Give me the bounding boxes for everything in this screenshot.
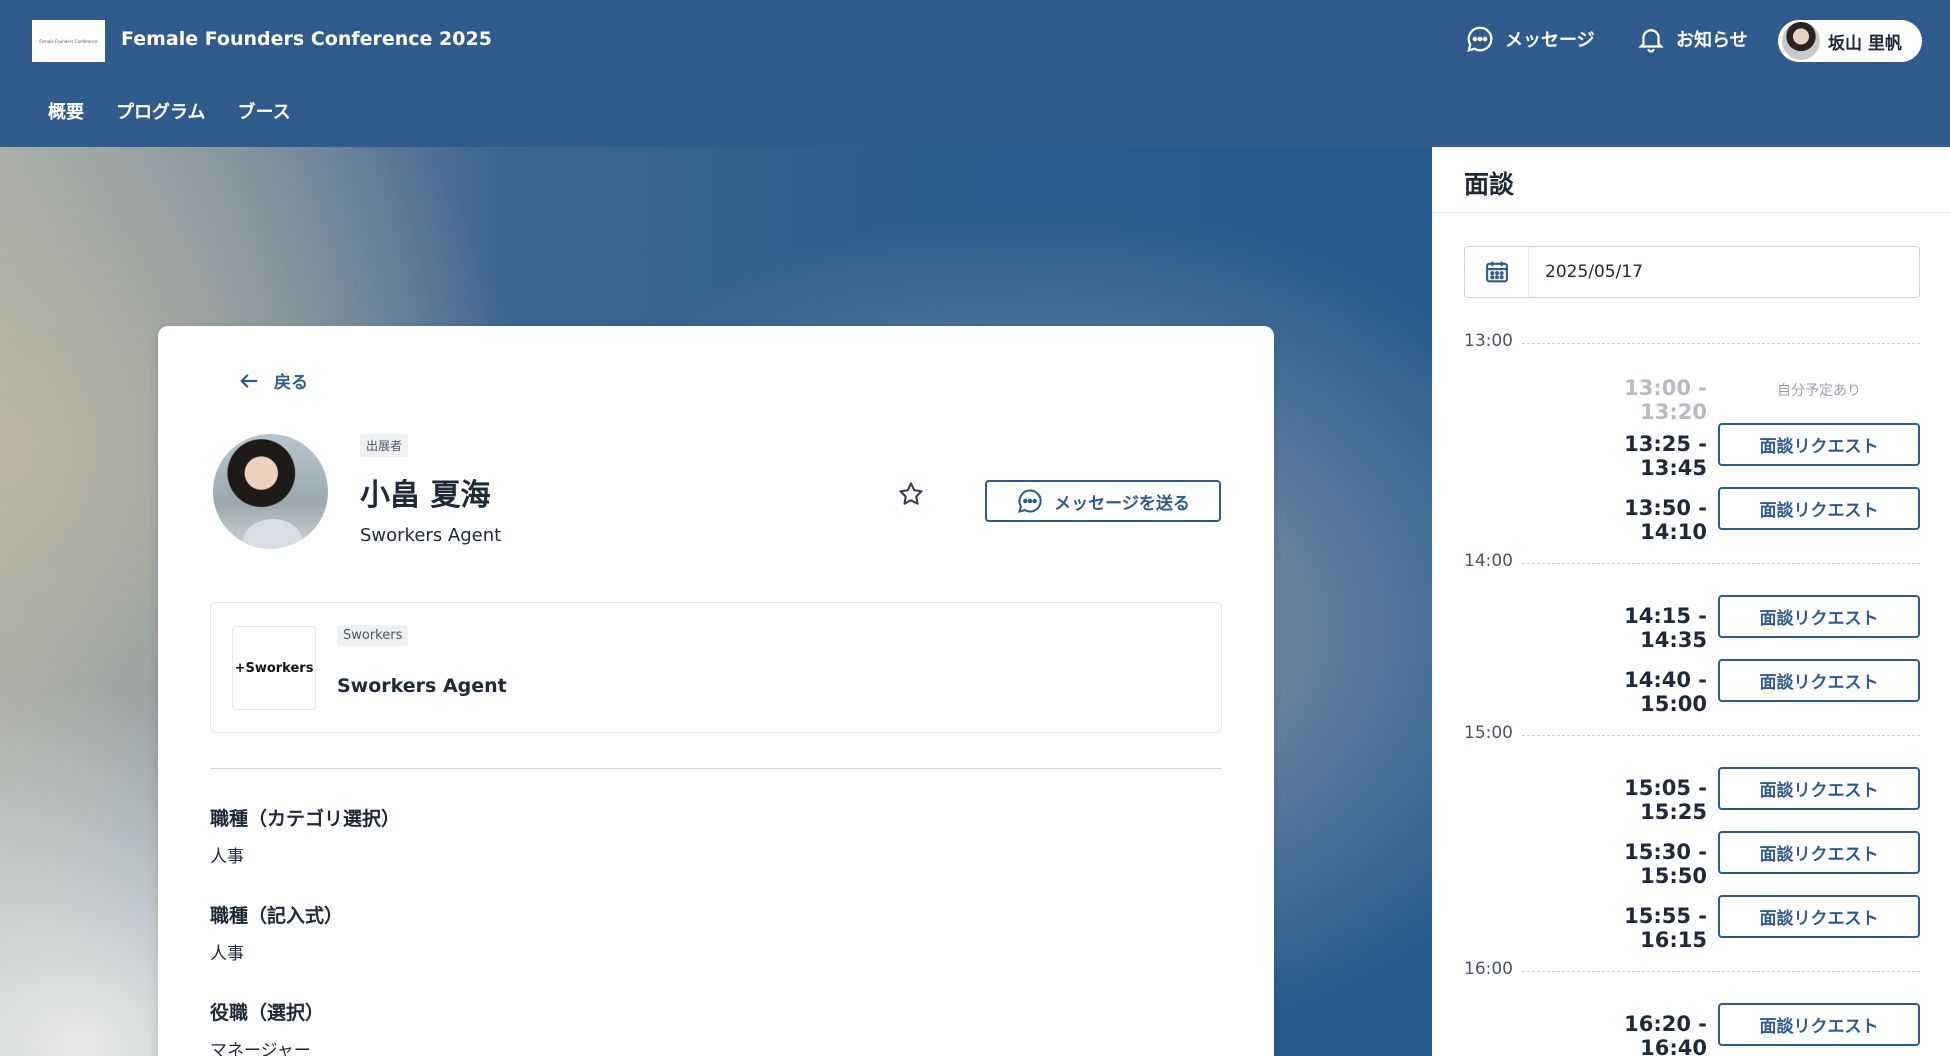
- interview-request-button[interactable]: 面談リクエスト: [1718, 423, 1920, 466]
- slot-time: 13:50 - 14:10: [1624, 496, 1707, 544]
- send-message-button[interactable]: メッセージを送る: [985, 480, 1221, 522]
- notifications-label: お知らせ: [1676, 30, 1748, 51]
- star-icon: [899, 482, 923, 505]
- slot-time: 14:40 - 15:00: [1624, 668, 1707, 716]
- hour-label: 15:00: [1464, 723, 1513, 743]
- slot-time: 15:55 - 16:15: [1624, 904, 1707, 952]
- chat-bubble-icon: [1467, 26, 1493, 52]
- back-label: 戻る: [274, 373, 308, 393]
- conference-title[interactable]: Female Founders Conference 2025: [121, 28, 492, 50]
- hour-divider: [1522, 343, 1920, 344]
- nav-program[interactable]: プログラム: [102, 98, 219, 124]
- chat-bubble-icon: [1018, 489, 1042, 513]
- user-name: 坂山 里帆: [1828, 33, 1902, 54]
- field-label: 役職（選択）: [210, 1002, 325, 1024]
- field-value: マネージャー: [210, 1041, 311, 1056]
- company-tag: Sworkers: [337, 625, 409, 646]
- profile-avatar: [213, 434, 328, 549]
- interview-request-button[interactable]: 面談リクエスト: [1718, 767, 1920, 810]
- profile-card: 戻る 出展者 小畠 夏海 Sworkers Agent メッセージを送る +Sw…: [158, 326, 1274, 1056]
- calendar-icon: [1485, 261, 1508, 283]
- logo-text: Female Founders Conference: [39, 38, 98, 44]
- calendar-icon-wrap: [1465, 247, 1529, 297]
- person-name: 小畠 夏海: [360, 478, 491, 513]
- person-company: Sworkers Agent: [360, 525, 502, 546]
- slot-time: 16:20 - 16:40: [1624, 1012, 1707, 1056]
- background-area: 戻る 出展者 小畠 夏海 Sworkers Agent メッセージを送る +Sw…: [0, 147, 1432, 1056]
- conference-logo[interactable]: Female Founders Conference: [32, 20, 105, 62]
- hour-label: 16:00: [1464, 959, 1513, 979]
- date-picker[interactable]: 2025/05/17: [1464, 246, 1920, 298]
- field-value: 人事: [210, 944, 244, 964]
- company-name: Sworkers Agent: [337, 675, 507, 697]
- send-message-label: メッセージを送る: [1054, 493, 1190, 514]
- date-value: 2025/05/17: [1545, 262, 1643, 282]
- role-badge: 出展者: [360, 434, 409, 457]
- company-card[interactable]: +Sworkers Sworkers Sworkers Agent: [210, 602, 1222, 733]
- user-avatar: [1782, 22, 1820, 60]
- nav-overview[interactable]: 概要: [34, 98, 98, 124]
- nav-booth[interactable]: ブース: [223, 98, 304, 124]
- user-menu[interactable]: 坂山 里帆: [1778, 20, 1922, 62]
- slot-time: 13:00 - 13:20: [1624, 376, 1707, 424]
- notifications-button[interactable]: お知らせ: [1636, 24, 1748, 54]
- messages-label: メッセージ: [1505, 30, 1595, 51]
- top-header: Female Founders Conference Female Founde…: [0, 0, 1950, 147]
- hour-divider: [1522, 971, 1920, 972]
- section-divider: [210, 768, 1222, 769]
- company-logo: +Sworkers: [232, 626, 316, 710]
- messages-button[interactable]: メッセージ: [1465, 24, 1595, 54]
- field-value: 人事: [210, 847, 244, 867]
- slot-time: 14:15 - 14:35: [1624, 604, 1707, 652]
- hour-divider: [1522, 563, 1920, 564]
- panel-title: 面談: [1464, 170, 1515, 199]
- field-label: 職種（記入式）: [210, 905, 344, 927]
- interview-request-button[interactable]: 面談リクエスト: [1718, 487, 1920, 530]
- hour-label: 14:00: [1464, 551, 1513, 571]
- interview-request-button[interactable]: 面談リクエスト: [1718, 659, 1920, 702]
- interview-request-button[interactable]: 面談リクエスト: [1718, 1003, 1920, 1046]
- main-nav: 概要 プログラム ブース: [34, 98, 305, 124]
- hour-label: 13:00: [1464, 331, 1513, 351]
- slot-time: 15:05 - 15:25: [1624, 776, 1707, 824]
- slot-busy-label: 自分予定あり: [1777, 383, 1861, 399]
- arrow-left-icon: [240, 373, 258, 388]
- panel-divider: [1432, 212, 1950, 213]
- interview-request-button[interactable]: 面談リクエスト: [1718, 595, 1920, 638]
- interview-request-button[interactable]: 面談リクエスト: [1718, 895, 1920, 938]
- interview-request-button[interactable]: 面談リクエスト: [1718, 831, 1920, 874]
- hour-divider: [1522, 735, 1920, 736]
- favorite-button[interactable]: [889, 472, 933, 516]
- slot-time: 15:30 - 15:50: [1624, 840, 1707, 888]
- back-button[interactable]: 戻る: [238, 368, 308, 393]
- field-label: 職種（カテゴリ選択）: [210, 808, 401, 830]
- slot-time: 13:25 - 13:45: [1624, 432, 1707, 480]
- bell-icon: [1638, 29, 1664, 53]
- interview-panel: 面談 2025/05/17 13:00 14:00 15:00 16:00 13…: [1432, 147, 1950, 1056]
